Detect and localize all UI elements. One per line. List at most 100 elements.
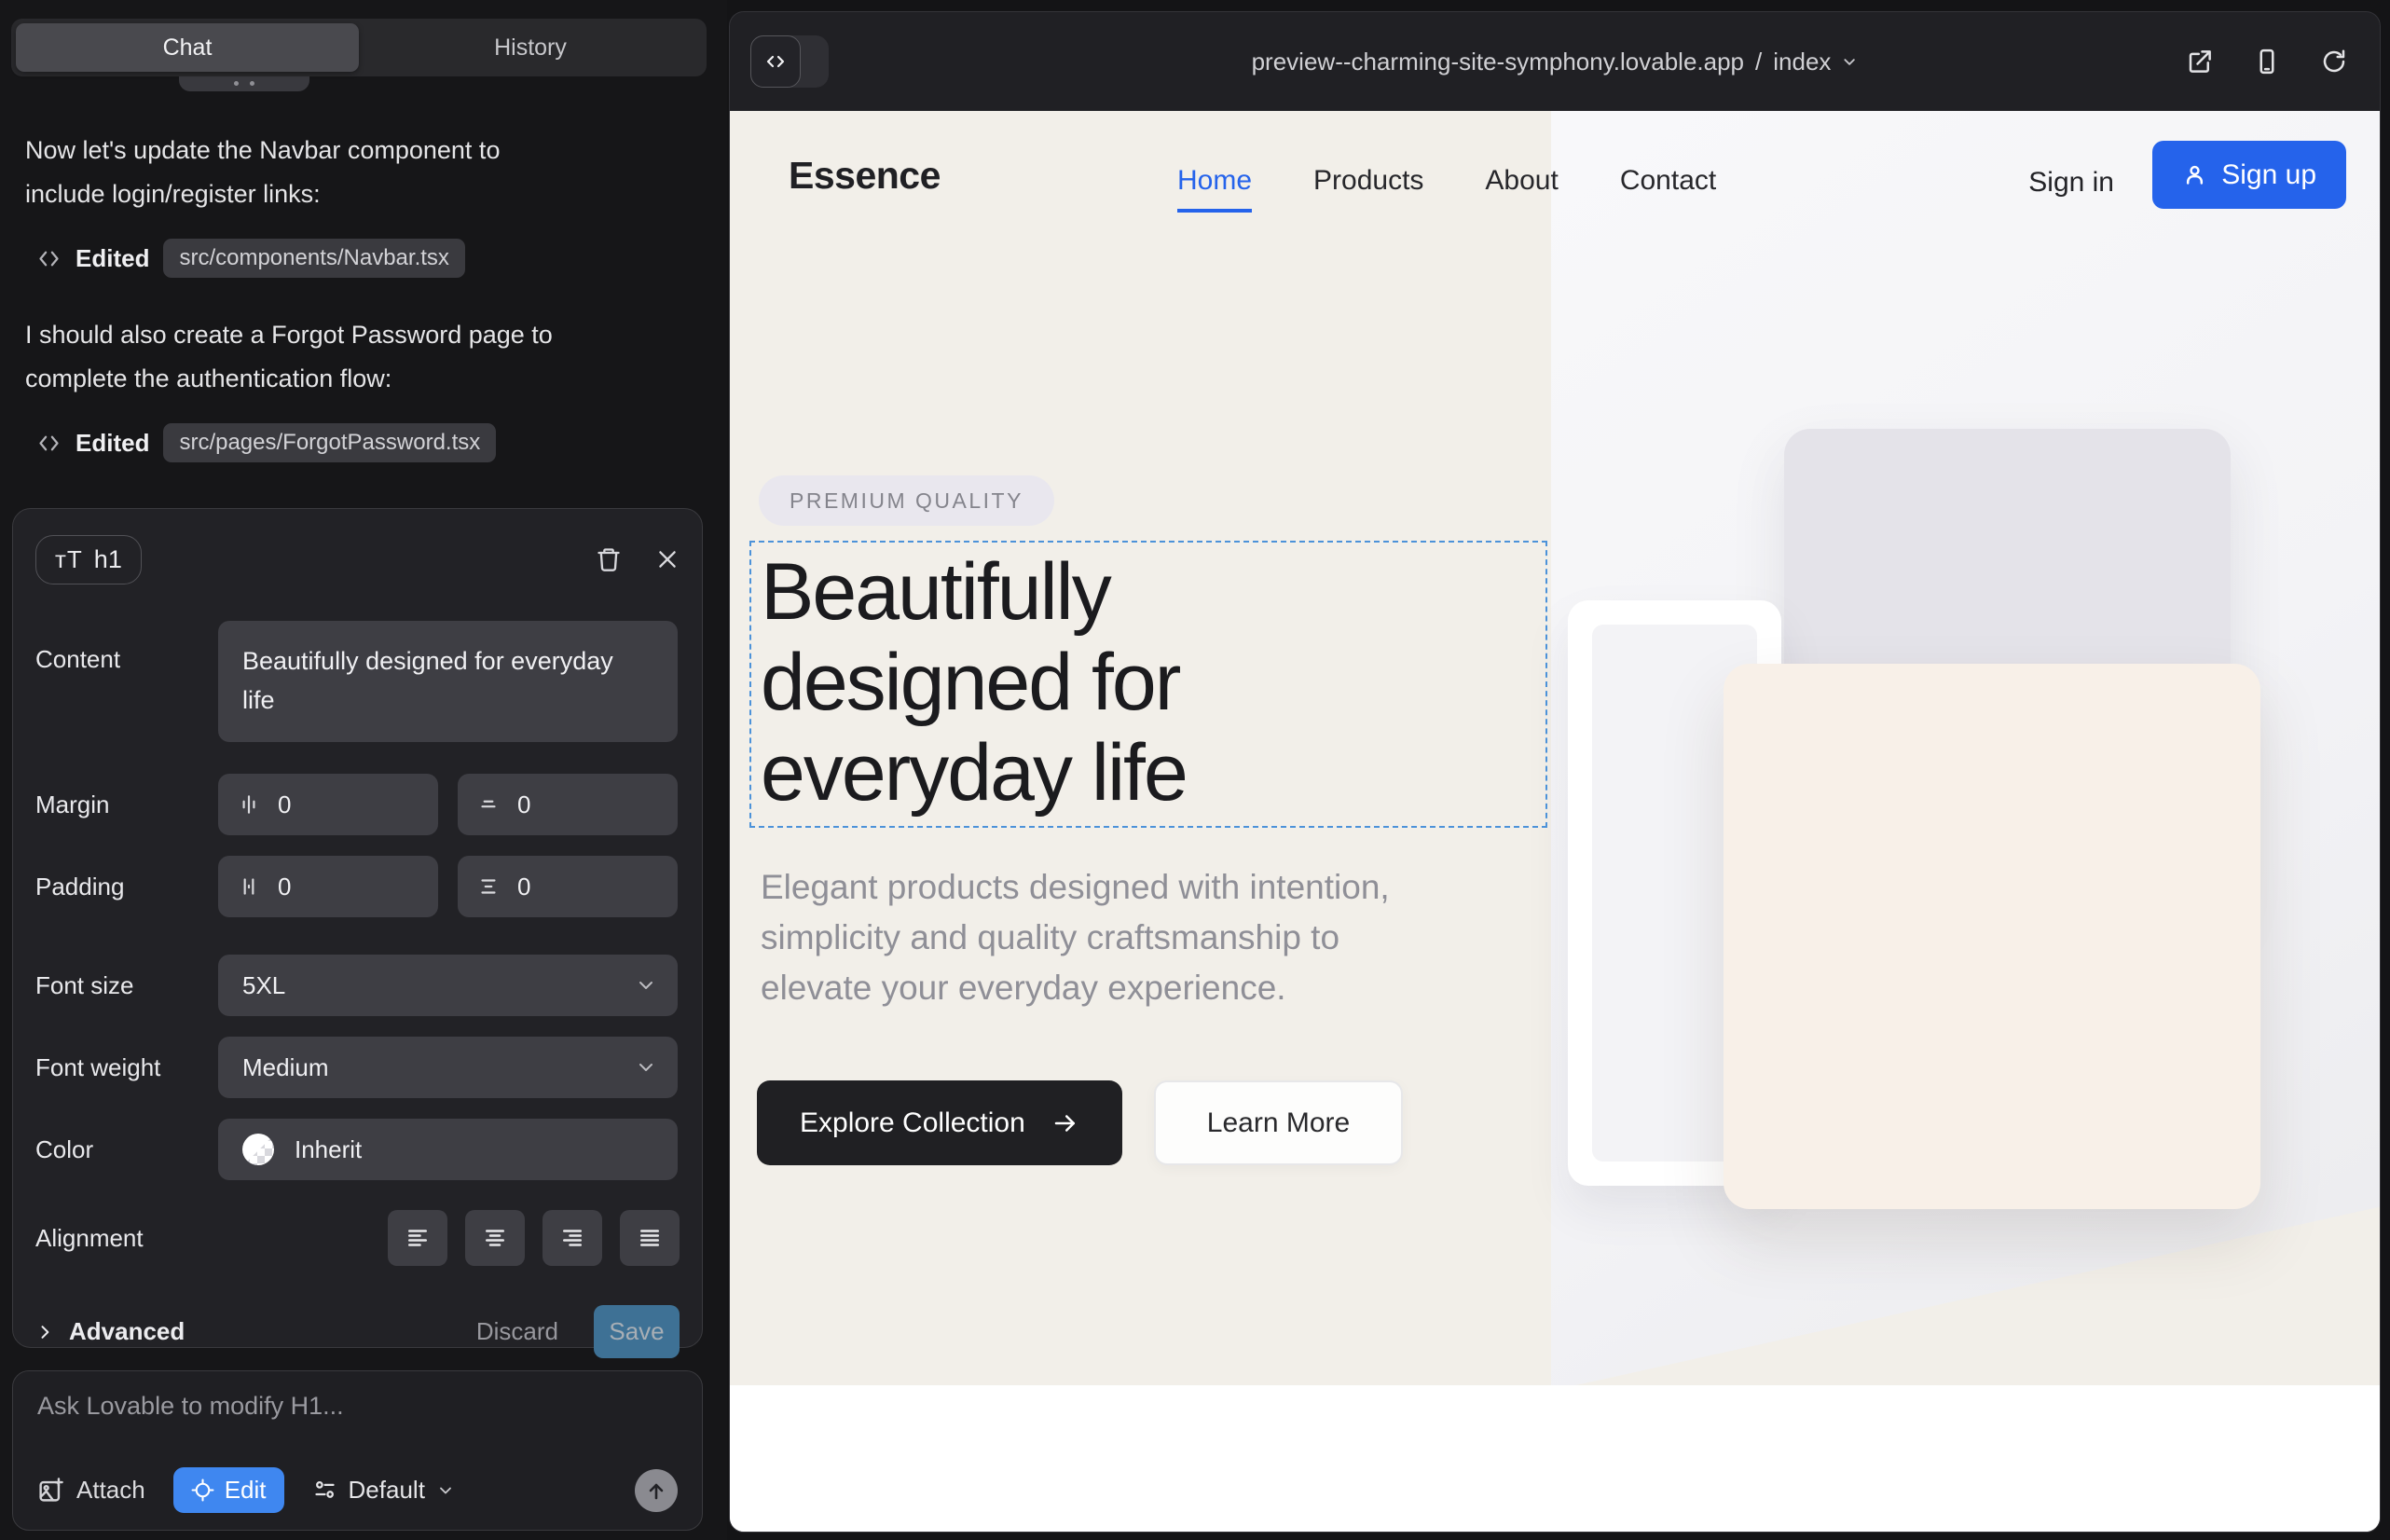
edited-label: Edited [76,244,149,273]
padding-x-input[interactable]: 0 [218,856,438,917]
attach-label: Attach [76,1476,145,1505]
color-swatch [242,1134,274,1165]
explore-collection-button[interactable]: Explore Collection [757,1080,1122,1165]
color-label: Color [35,1135,218,1164]
element-tag: h1 [94,545,122,574]
margin-x-value: 0 [278,791,291,819]
decorative-card-cream [1724,664,2260,1209]
editor-header: тT h1 [35,531,680,587]
composer-toolbar: Attach Edit Default [37,1467,678,1513]
next-section-background [730,1385,2380,1532]
code-icon [36,246,62,271]
paragraph-line: Elegant products designed with intention… [761,862,1390,913]
nav-link-home[interactable]: Home [1177,165,1252,213]
hero-heading[interactable]: Beautifully designed for everyday life [761,547,1187,818]
align-center-button[interactable] [465,1210,525,1266]
heading-line: everyday life [761,728,1187,818]
preview-url: preview--charming-site-symphony.lovable.… [1252,48,1744,76]
mobile-view-button[interactable] [2253,48,2281,76]
code-view-toggle[interactable] [750,35,829,88]
align-left-button[interactable] [388,1210,447,1266]
type-icon: тT [55,545,83,574]
padding-y-input[interactable]: 0 [458,856,678,917]
font-weight-value: Medium [242,1053,328,1082]
site-logo[interactable]: Essence [789,154,941,198]
message-line: Now let's update the Navbar component to [25,129,692,172]
chevron-down-icon [436,1481,455,1500]
url-bar[interactable]: preview--charming-site-symphony.lovable.… [1252,12,1859,111]
edited-label: Edited [76,429,149,458]
code-icon [36,431,62,456]
content-input[interactable]: Beautifully designed for everyday life [218,621,678,742]
chat-input[interactable] [37,1392,678,1421]
advanced-toggle[interactable]: Advanced [35,1317,185,1346]
refresh-button[interactable] [2320,48,2348,76]
align-justify-button[interactable] [620,1210,680,1266]
margin-label: Margin [35,791,218,819]
tab-history[interactable]: History [359,23,702,72]
margin-x-input[interactable]: 0 [218,774,438,835]
sign-up-button[interactable]: Sign up [2152,141,2346,209]
chat-composer: Attach Edit Default [12,1370,703,1531]
assistant-message: Now let's update the Navbar component to… [25,129,692,216]
nav-link-about[interactable]: About [1485,165,1558,213]
file-chip[interactable]: src/components/Navbar.tsx [163,239,464,278]
attach-button[interactable]: Attach [37,1476,145,1505]
image-plus-icon [37,1477,64,1504]
margin-y-value: 0 [517,791,530,819]
tab-chat[interactable]: Chat [16,23,359,72]
padding-y-value: 0 [517,873,530,901]
padding-label: Padding [35,873,218,901]
message-line: I should also create a Forgot Password p… [25,313,692,357]
font-size-select[interactable]: 5XL [218,955,678,1016]
learn-more-button[interactable]: Learn More [1154,1080,1403,1165]
padding-horizontal-icon [237,874,261,899]
alignment-label: Alignment [35,1224,218,1253]
message-line: complete the authentication flow: [25,357,692,401]
color-select[interactable]: Inherit [218,1119,678,1180]
hero-actions: Explore Collection Learn More [757,1080,1403,1165]
content-label: Content [35,621,218,674]
edit-mode-button[interactable]: Edit [173,1467,284,1513]
chevron-down-icon [1840,53,1858,71]
preview-topbar: preview--charming-site-symphony.lovable.… [730,12,2380,111]
chat-sidebar: Chat History Now let's update the Navbar… [0,0,727,1540]
site-preview: Essence Home Products About Contact Sign… [730,111,2380,1532]
margin-y-input[interactable]: 0 [458,774,678,835]
mode-label: Default [349,1476,425,1505]
chat-messages: Now let's update the Navbar component to… [25,129,692,462]
sidebar-tabbar: Chat History [11,19,707,76]
edited-file-row: Edited src/pages/ForgotPassword.tsx [36,423,692,462]
chevron-down-icon [635,1056,657,1079]
align-right-button[interactable] [543,1210,602,1266]
code-icon [750,35,801,88]
nav-link-contact[interactable]: Contact [1620,165,1716,213]
save-button[interactable]: Save [594,1305,680,1358]
assistant-message: I should also create a Forgot Password p… [25,313,692,401]
edit-label: Edit [225,1476,267,1505]
sliders-icon [312,1478,337,1503]
margin-horizontal-icon [237,792,261,817]
heading-line: Beautifully [761,547,1187,638]
delete-element-button[interactable] [596,546,622,572]
margin-vertical-icon [476,792,501,817]
arrow-right-icon [1051,1109,1079,1137]
close-editor-button[interactable] [655,547,680,571]
element-tag-pill[interactable]: тT h1 [35,535,142,584]
heading-line: designed for [761,638,1187,728]
send-button[interactable] [635,1469,678,1512]
discard-button[interactable]: Discard [476,1317,558,1346]
chevron-right-icon [35,1323,54,1341]
sign-in-link[interactable]: Sign in [2028,167,2114,199]
app-root: Chat History Now let's update the Navbar… [0,0,2390,1540]
site-navbar: Essence Home Products About Contact Sign… [730,111,2380,251]
open-external-button[interactable] [2186,48,2214,76]
alignment-group [218,1210,680,1266]
font-weight-select[interactable]: Medium [218,1037,678,1098]
file-chip[interactable]: src/pages/ForgotPassword.tsx [163,423,496,462]
padding-vertical-icon [476,874,501,899]
nav-link-products[interactable]: Products [1313,165,1423,213]
model-selector[interactable]: Default [312,1476,455,1505]
font-size-label: Font size [35,971,218,1000]
padding-x-value: 0 [278,873,291,901]
